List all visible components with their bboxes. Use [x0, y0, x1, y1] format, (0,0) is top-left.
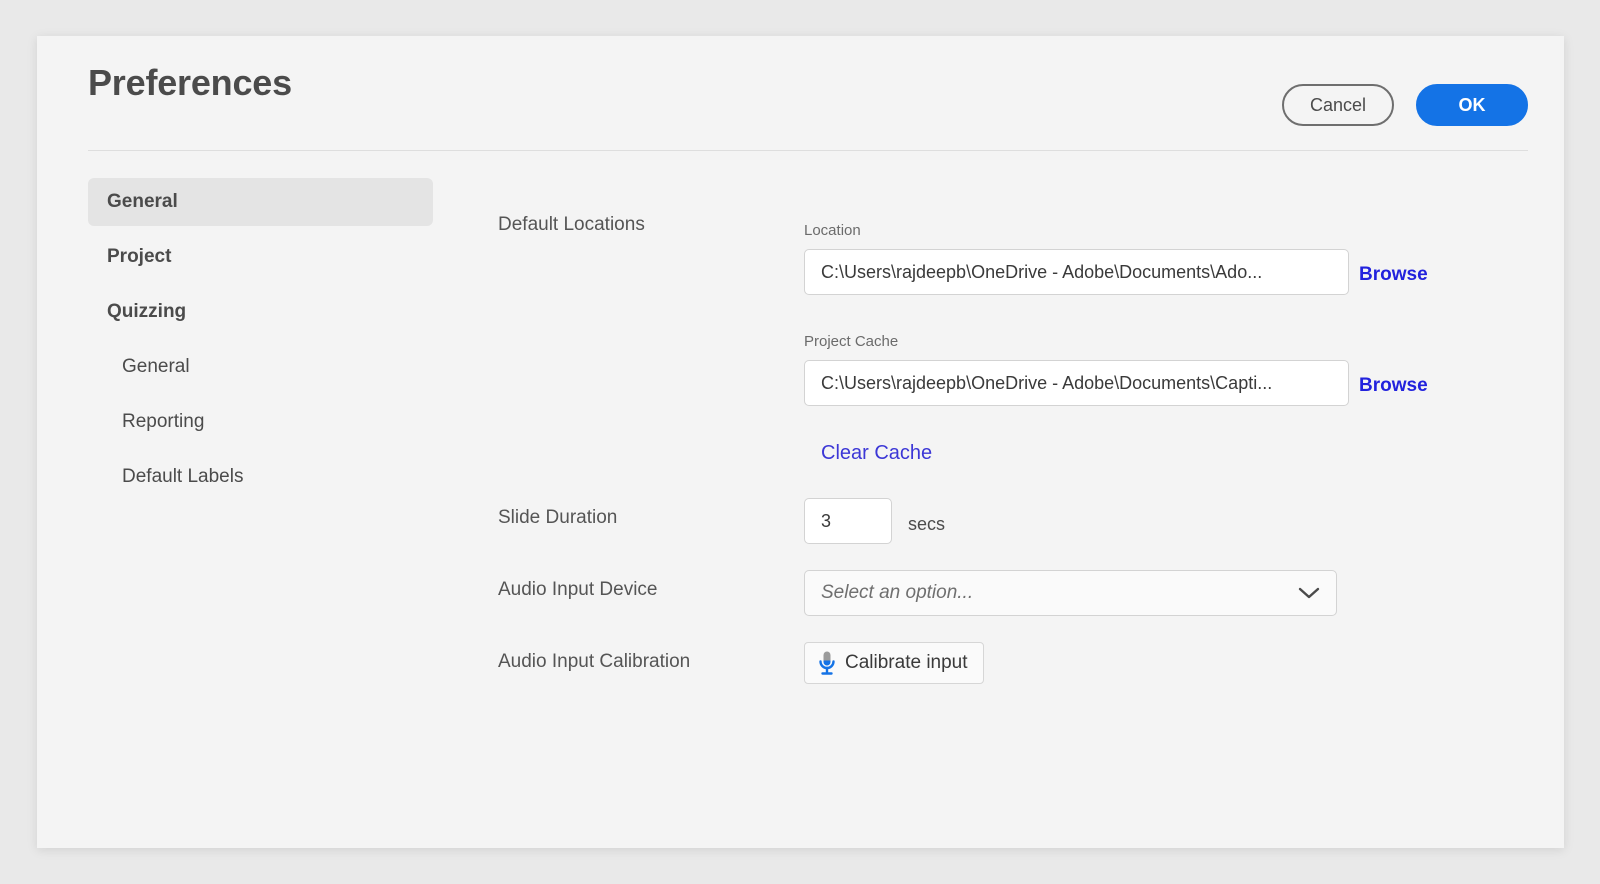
default-locations-label: Default Locations	[498, 214, 645, 236]
project-cache-input[interactable]: C:\Users\rajdeepb\OneDrive - Adobe\Docum…	[804, 360, 1349, 406]
slide-duration-unit-label: secs	[908, 514, 945, 535]
microphone-icon	[816, 650, 838, 676]
dialog-actions: Cancel OK	[1282, 84, 1528, 126]
location-input[interactable]: C:\Users\rajdeepb\OneDrive - Adobe\Docum…	[804, 249, 1349, 295]
dialog-header: Preferences Cancel OK	[37, 36, 1564, 150]
audio-input-device-label: Audio Input Device	[498, 579, 658, 601]
audio-input-device-select[interactable]: Select an option...	[804, 570, 1337, 616]
browse-project-cache-link[interactable]: Browse	[1359, 375, 1428, 397]
cancel-button[interactable]: Cancel	[1282, 84, 1394, 126]
clear-cache-link[interactable]: Clear Cache	[821, 442, 932, 465]
slide-duration-input[interactable]: 3	[804, 498, 892, 544]
header-divider	[88, 150, 1528, 151]
preferences-content: Default Locations Location C:\Users\rajd…	[37, 178, 1564, 848]
audio-input-calibration-label: Audio Input Calibration	[498, 651, 690, 673]
slide-duration-label: Slide Duration	[498, 507, 617, 529]
browse-location-link[interactable]: Browse	[1359, 264, 1428, 286]
page-title: Preferences	[88, 62, 292, 104]
chevron-down-icon	[1298, 586, 1320, 600]
audio-input-device-placeholder: Select an option...	[821, 582, 1298, 604]
ok-button[interactable]: OK	[1416, 84, 1528, 126]
project-cache-field-label: Project Cache	[804, 333, 898, 350]
calibrate-input-button[interactable]: Calibrate input	[804, 642, 984, 684]
calibrate-input-label: Calibrate input	[845, 652, 968, 674]
preferences-dialog: Preferences Cancel OK General Project Qu…	[37, 36, 1564, 848]
location-field-label: Location	[804, 222, 861, 239]
